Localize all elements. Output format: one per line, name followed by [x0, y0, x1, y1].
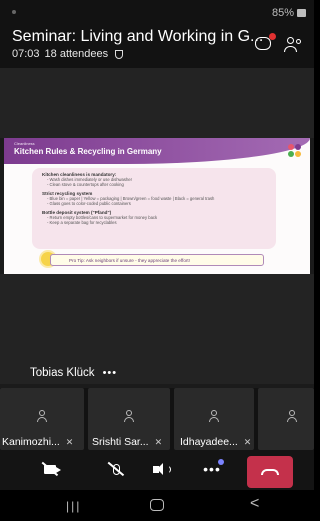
back-button[interactable]: <	[250, 495, 259, 513]
reaction-badge	[218, 459, 224, 465]
slide-logo-icon	[288, 144, 302, 158]
more-actions-button[interactable]: •••	[200, 458, 224, 480]
recent-apps-button[interactable]: |||	[66, 499, 81, 513]
home-button[interactable]	[150, 499, 164, 511]
avatar-icon	[37, 410, 47, 422]
status-bar: 85%	[0, 0, 314, 26]
more-options-icon[interactable]: •••	[103, 367, 118, 379]
participant-tile[interactable]: Kanimozhi... ✕	[0, 388, 84, 450]
section-line: - Clean stove & countertops after cookin…	[47, 182, 124, 188]
speaker-button[interactable]	[150, 458, 174, 480]
mic-off-icon: ✕	[243, 436, 252, 447]
participant-tile[interactable]: Srishti Sar... ✕	[88, 388, 170, 450]
chat-button[interactable]	[254, 33, 276, 54]
battery-icon	[297, 9, 306, 17]
attendee-count[interactable]: 18 attendees	[45, 48, 109, 60]
battery-level: 85%	[271, 7, 294, 19]
presenter-name: Tobias Klück	[30, 367, 95, 379]
shared-screen[interactable]: Cleanliness Kitchen Rules & Recycling in…	[4, 138, 310, 274]
presenter-label[interactable]: Tobias Klück •••	[30, 367, 117, 379]
unread-badge	[269, 33, 276, 40]
people-icon	[287, 37, 294, 44]
chat-icon	[255, 37, 271, 50]
slide-title: Kitchen Rules & Recycling in Germany	[14, 147, 162, 156]
notification-dot	[12, 10, 16, 14]
mic-off-icon: ✕	[154, 436, 163, 447]
participant-name: Kanimozhi... ✕	[2, 436, 74, 448]
avatar-icon	[286, 410, 297, 422]
mic-off-icon: ✕	[65, 436, 74, 447]
meeting-time: 07:03	[12, 48, 40, 60]
meeting-title[interactable]: Seminar: Living and Working in G...	[12, 28, 263, 46]
android-nav-bar: ||| <	[0, 490, 314, 521]
slide-content-card: Kitchen cleanliness is mandatory: - Wash…	[32, 168, 276, 249]
camera-toggle-button[interactable]	[38, 458, 62, 480]
section-line: - Keep a separate bag for recyclables	[47, 220, 117, 226]
stage-background	[0, 68, 314, 138]
shield-icon	[115, 49, 124, 59]
section-line: - Glass goes to color-coded public conta…	[47, 201, 131, 207]
participant-strip: Kanimozhi... ✕ Srishti Sar... ✕ Idhayade…	[0, 388, 314, 450]
participant-name: Idhayadee... ✕	[180, 436, 252, 448]
slide-section-label: Cleanliness	[14, 141, 35, 146]
participants-button[interactable]	[284, 35, 304, 55]
slide-tip: Pro Tip: Ask neighbors if unsure - they …	[50, 254, 264, 266]
meeting-header: Seminar: Living and Working in G... 07:0…	[0, 26, 314, 68]
participant-tile[interactable]: Idhayadee... ✕	[174, 388, 254, 450]
meeting-subtitle: 07:03 18 attendees	[12, 48, 124, 60]
participant-tile[interactable]	[258, 388, 314, 450]
teams-meeting-screen: 85% Seminar: Living and Working in G... …	[0, 0, 314, 521]
leave-call-button[interactable]	[247, 456, 293, 488]
avatar-icon	[124, 410, 134, 422]
slide-section: Bottle deposit system ("Pfand") - Return…	[42, 210, 266, 226]
more-icon: •••	[203, 461, 221, 477]
slide-section: Strict recycling system - Blue bin = pap…	[42, 191, 266, 207]
hang-up-icon	[261, 469, 279, 475]
slide-section: Kitchen cleanliness is mandatory: - Wash…	[42, 172, 266, 188]
mic-toggle-button[interactable]	[104, 458, 128, 480]
avatar-icon	[209, 410, 219, 422]
participant-name: Srishti Sar... ✕	[92, 436, 163, 448]
